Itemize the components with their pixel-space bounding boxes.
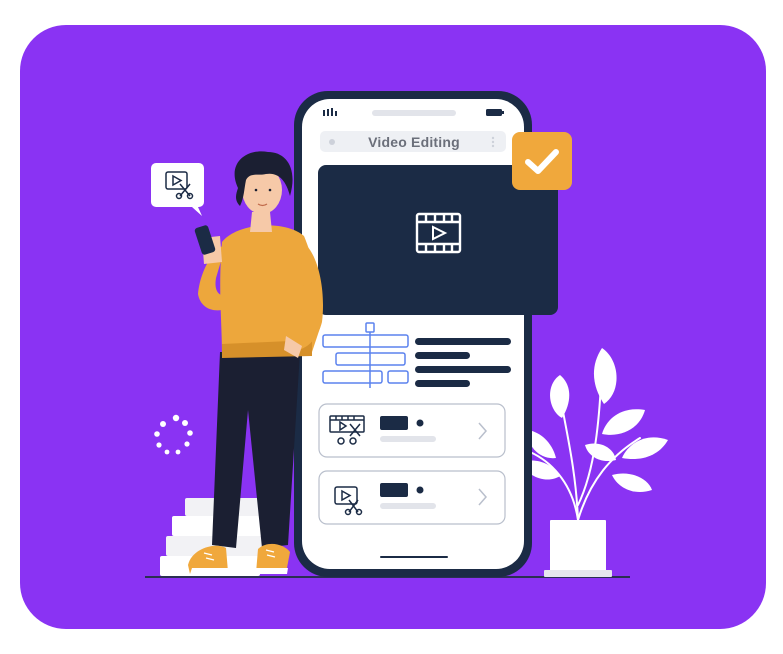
list-item[interactable]: [318, 470, 506, 525]
battery-icon: [486, 109, 504, 116]
video-editing-illustration: [145, 91, 668, 578]
speaker-notch: [372, 110, 456, 116]
potted-plant: [520, 348, 668, 577]
loading-spinner-icon: [154, 414, 193, 455]
verified-icon: [416, 486, 424, 494]
app-title: Video Editing: [368, 134, 460, 150]
smartphone: [294, 91, 572, 577]
more-icon[interactable]: [491, 136, 495, 148]
verified-icon: [416, 419, 424, 427]
speech-bubble: [151, 163, 204, 216]
home-indicator: [380, 556, 448, 558]
list-item[interactable]: [318, 403, 506, 458]
illustration-stage: Video Editing: [0, 0, 783, 654]
title-bar-dot-icon: [329, 139, 335, 145]
check-icon: [512, 132, 572, 190]
